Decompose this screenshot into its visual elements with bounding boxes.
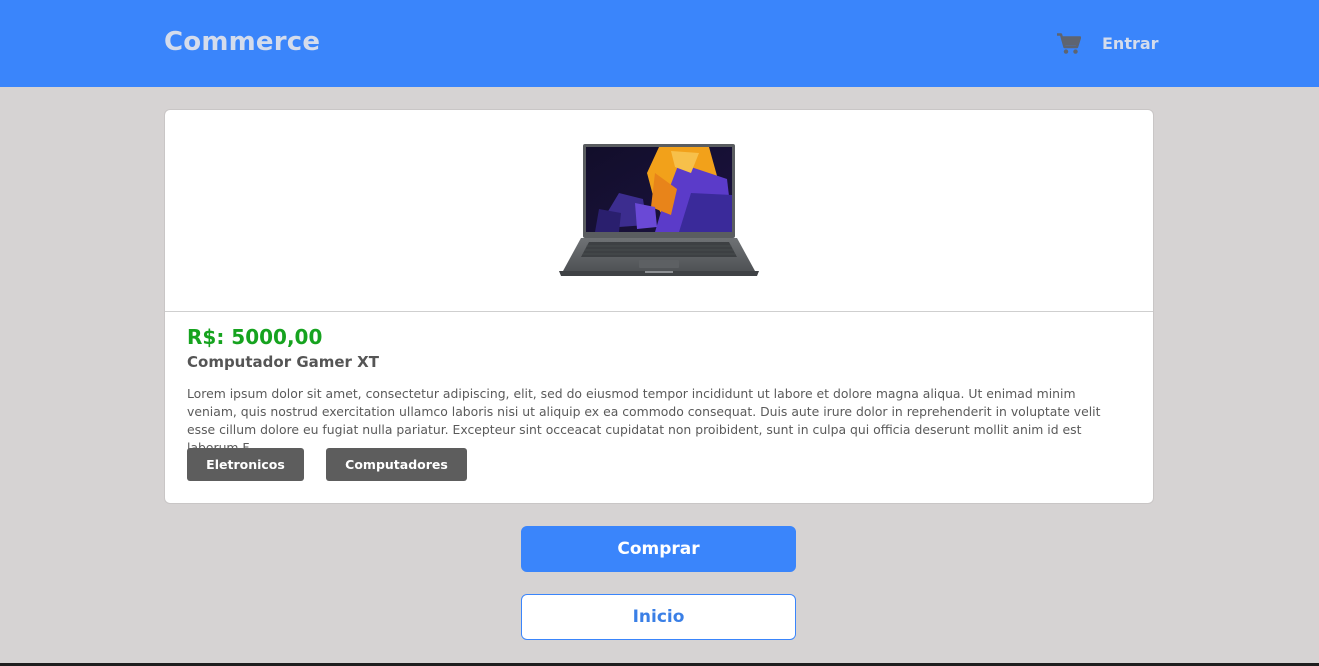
product-card: R$: 5000,00 Computador Gamer XT Lorem ip…	[164, 109, 1154, 504]
shopping-cart-icon[interactable]	[1057, 33, 1082, 55]
product-description: Lorem ipsum dolor sit amet, consectetur …	[187, 386, 1101, 455]
buy-button[interactable]: Comprar	[521, 526, 796, 572]
login-link[interactable]: Entrar	[1102, 34, 1159, 53]
brand-logo-text[interactable]: Commerce	[164, 27, 320, 57]
category-tag-eletronicos[interactable]: Eletronicos	[187, 448, 304, 481]
product-price: R$: 5000,00	[187, 325, 323, 349]
product-name: Computador Gamer XT	[187, 353, 379, 371]
laptop-image	[559, 144, 759, 276]
home-button[interactable]: Inicio	[521, 594, 796, 640]
category-tag-computadores[interactable]: Computadores	[326, 448, 467, 481]
top-navbar: Commerce Entrar	[0, 0, 1319, 87]
product-image-area	[165, 110, 1153, 312]
